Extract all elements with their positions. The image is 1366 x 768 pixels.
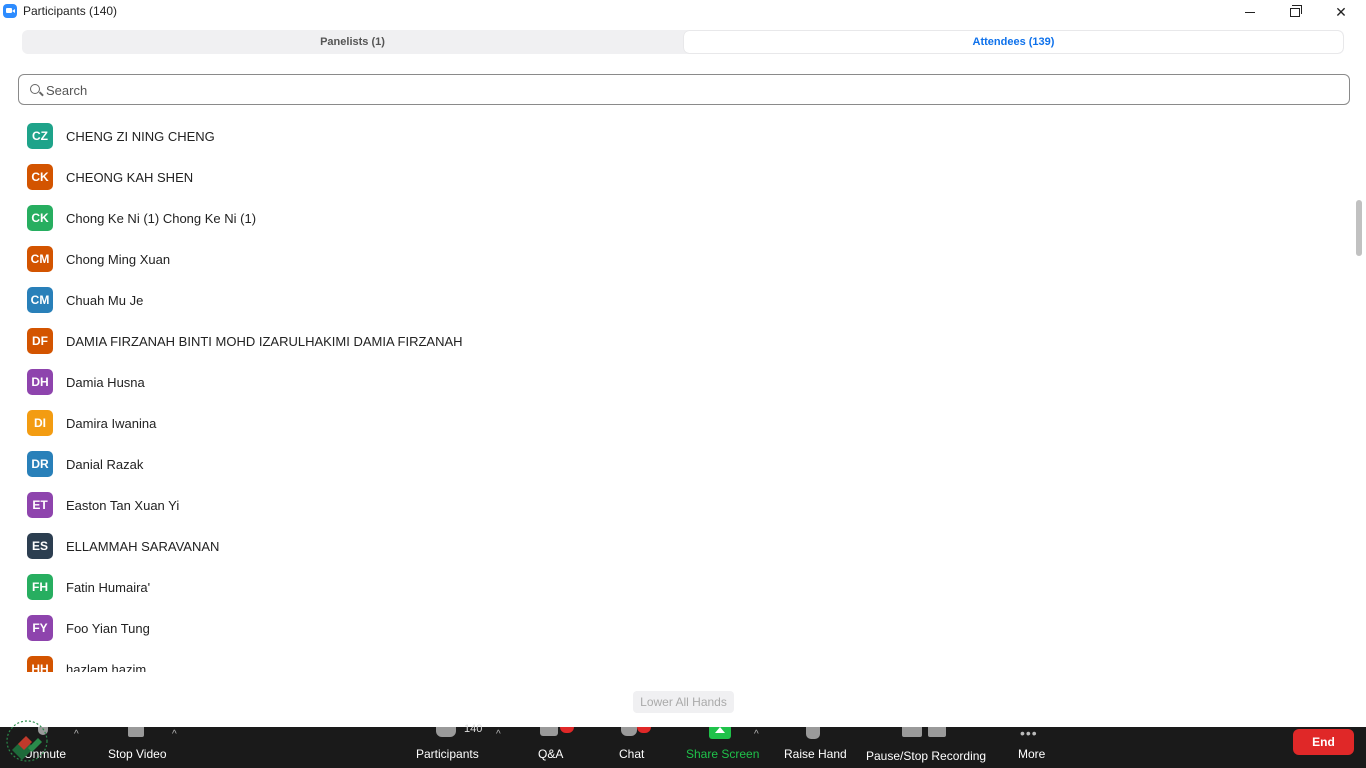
participant-avatar: CM [27, 246, 53, 272]
participant-avatar: CK [27, 164, 53, 190]
participant-row[interactable]: CK CHEONG KAH SHEN [18, 157, 1354, 198]
participant-name: Chong Ke Ni (1) Chong Ke Ni (1) [66, 211, 257, 226]
tab-panelists[interactable]: Panelists (1) [23, 31, 682, 53]
participant-avatar: DR [27, 451, 53, 477]
video-options-chevron-icon[interactable]: ^ [172, 729, 177, 740]
participant-avatar: DH [27, 369, 53, 395]
chat-notification-badge [637, 727, 651, 733]
participant-row[interactable]: DI Damira Iwanina [18, 403, 1354, 444]
participant-row[interactable]: CZ CHENG ZI NING CHENG [18, 116, 1354, 157]
participant-tabs: Panelists (1) Attendees (139) [22, 30, 1344, 54]
qa-notification-badge [560, 727, 574, 733]
participant-name: Chuah Mu Je [66, 293, 144, 308]
share-screen-icon [709, 727, 731, 739]
participant-name: CHEONG KAH SHEN [66, 170, 194, 185]
participant-avatar: FH [27, 574, 53, 600]
window-title: Participants (140) [23, 4, 118, 18]
qa-icon [540, 727, 558, 736]
participants-count: 140 [464, 723, 483, 735]
participant-name: Chong Ming Xuan [66, 252, 171, 267]
raise-hand-button[interactable]: Raise Hand [784, 727, 847, 768]
participant-row[interactable]: DR Danial Razak [18, 444, 1354, 485]
share-options-chevron-icon[interactable]: ^ [754, 729, 759, 740]
share-screen-button[interactable]: Share Screen [685, 727, 760, 768]
participant-avatar: CK [27, 205, 53, 231]
participant-name: Danial Razak [66, 457, 144, 472]
participant-avatar: DF [27, 328, 53, 354]
qa-label: Q&A [538, 747, 564, 761]
list-scrollbar[interactable] [1354, 106, 1364, 672]
search-input[interactable] [46, 80, 1336, 100]
zoom-app-icon [3, 4, 17, 18]
participant-row[interactable]: DH Damia Husna [18, 362, 1354, 403]
chat-label: Chat [619, 747, 645, 761]
video-camera-icon [128, 727, 144, 737]
minimize-button[interactable] [1227, 0, 1273, 24]
participant-row[interactable]: DF DAMIA FIRZANAH BINTI MOHD IZARULHAKIMI… [18, 321, 1354, 362]
close-icon: ✕ [1335, 3, 1347, 20]
participant-row[interactable]: CK Chong Ke Ni (1) Chong Ke Ni (1) [18, 198, 1354, 239]
participant-row[interactable]: FY Foo Yian Tung [18, 608, 1354, 649]
pause-stop-recording-label: Pause/Stop Recording [866, 749, 987, 763]
raise-hand-label: Raise Hand [784, 747, 847, 761]
participant-name: Foo Yian Tung [66, 621, 150, 636]
participant-name: ELLAMMAH SARAVANAN [66, 539, 220, 554]
participant-avatar: ES [27, 533, 53, 559]
close-button[interactable]: ✕ [1318, 0, 1364, 24]
attendee-list[interactable]: CZ CHENG ZI NING CHENG CK CHEONG KAH SHEN CK… [18, 116, 1354, 672]
participant-name: Easton Tan Xuan Yi [66, 498, 180, 513]
stop-video-button[interactable]: Stop Video [108, 727, 170, 768]
participant-avatar: CM [27, 287, 53, 313]
pause-stop-recording-button[interactable]: Pause/Stop Recording [866, 727, 987, 768]
scrollbar-thumb[interactable] [1356, 200, 1362, 256]
title-bar: Participants (140) ✕ [0, 0, 1366, 24]
participants-label: Participants [416, 747, 479, 761]
stop-video-label: Stop Video [108, 747, 167, 761]
chat-button[interactable]: Chat [619, 727, 651, 768]
search-icon [30, 84, 40, 94]
participant-row[interactable]: ET Easton Tan Xuan Yi [18, 485, 1354, 526]
raise-hand-icon [806, 727, 820, 739]
organization-logo-watermark [6, 720, 48, 762]
chat-icon [621, 727, 637, 736]
pause-icon [902, 727, 922, 737]
qa-button[interactable]: Q&A [538, 727, 574, 768]
participant-row[interactable]: CM Chong Ming Xuan [18, 239, 1354, 280]
end-meeting-button[interactable]: End [1293, 729, 1354, 755]
participant-name: hazlam hazim [66, 662, 147, 672]
participant-avatar: ET [27, 492, 53, 518]
stop-icon [928, 727, 946, 737]
tab-attendees[interactable]: Attendees (139) [684, 31, 1343, 53]
restore-icon [1290, 4, 1302, 17]
participant-row[interactable]: FH Fatin Humaira' [18, 567, 1354, 608]
participants-icon [436, 727, 456, 737]
participants-button[interactable]: 140 Participants [416, 723, 482, 768]
participant-row[interactable]: HH hazlam hazim [18, 649, 1354, 672]
participant-avatar: DI [27, 410, 53, 436]
meeting-toolbar: Unmute ^ Stop Video ^ 140 Participants ^… [0, 723, 1366, 768]
minimize-icon [1245, 11, 1255, 13]
participant-avatar: FY [27, 615, 53, 641]
participant-avatar: HH [27, 656, 53, 672]
participant-name: Damira Iwanina [66, 416, 157, 431]
more-dots-icon: ••• [1020, 725, 1038, 741]
lower-all-hands-button[interactable]: Lower All Hands [633, 691, 734, 713]
more-label: More [1018, 747, 1046, 761]
participant-avatar: CZ [27, 123, 53, 149]
restore-button[interactable] [1272, 0, 1318, 24]
participants-options-chevron-icon[interactable]: ^ [496, 729, 501, 740]
participant-row[interactable]: ES ELLAMMAH SARAVANAN [18, 526, 1354, 567]
audio-options-chevron-icon[interactable]: ^ [74, 729, 79, 740]
participant-name: Damia Husna [66, 375, 145, 390]
participant-name: CHENG ZI NING CHENG [66, 129, 215, 144]
participant-name: Fatin Humaira' [66, 580, 151, 595]
participant-row[interactable]: CM Chuah Mu Je [18, 280, 1354, 321]
share-screen-label: Share Screen [686, 747, 760, 761]
participant-name: DAMIA FIRZANAH BINTI MOHD IZARULHAKIMI D… [66, 334, 463, 349]
more-button[interactable]: ••• More [1017, 725, 1049, 768]
search-box[interactable] [18, 74, 1350, 105]
